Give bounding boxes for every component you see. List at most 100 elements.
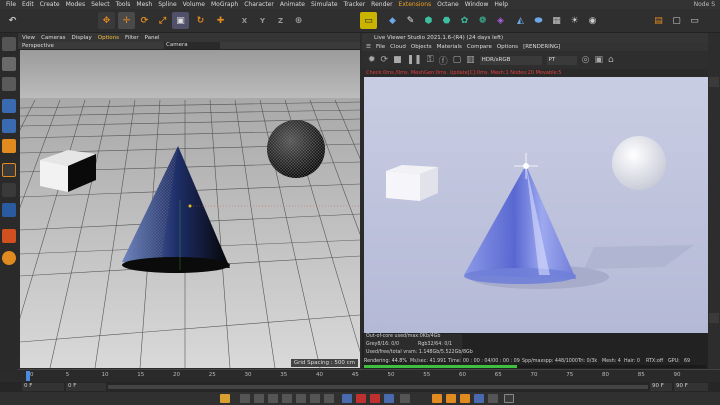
pause-render-icon[interactable]: ❚❚ <box>407 55 422 65</box>
lv-menu-options[interactable]: Options <box>497 44 518 50</box>
cloner-icon[interactable]: ⬣ <box>438 12 455 29</box>
colorspace-select[interactable]: HDR/sRGB <box>479 55 542 65</box>
viewport-menu-filter[interactable]: Filter <box>125 35 139 41</box>
snapshot-icon[interactable]: ⌂ <box>608 55 614 65</box>
record-active-icon[interactable] <box>356 394 366 403</box>
dollar-icon[interactable] <box>2 251 16 265</box>
lv-menu-materials[interactable]: Materials <box>437 44 462 50</box>
menu-octane[interactable]: Octane <box>434 1 462 8</box>
menu-edit[interactable]: Edit <box>19 1 37 8</box>
hamburger-icon[interactable]: ☰ <box>366 44 371 50</box>
menu-volume[interactable]: Volume <box>180 1 208 8</box>
edges-mode-icon[interactable] <box>2 119 16 133</box>
play-icon[interactable] <box>282 394 292 403</box>
lv-menu-file[interactable]: File <box>376 44 385 50</box>
cube-icon[interactable]: ◆ <box>384 12 401 29</box>
kernel-select[interactable]: PT <box>546 55 577 65</box>
move-icon[interactable]: ✥ <box>98 12 115 29</box>
live-selection-icon[interactable]: ▣ <box>172 12 189 29</box>
lv-menu-objects[interactable]: Objects <box>411 44 432 50</box>
go-to-end-icon[interactable] <box>324 394 334 403</box>
menu-animate[interactable]: Animate <box>277 1 308 8</box>
next-key-icon[interactable] <box>310 394 320 403</box>
go-to-start-icon[interactable] <box>240 394 250 403</box>
menu-character[interactable]: Character <box>241 1 277 8</box>
panel-scroll-handle-bottom[interactable] <box>709 313 719 323</box>
viewport-menu-panel[interactable]: Panel <box>145 35 160 41</box>
panel-icon[interactable]: ▢ <box>668 12 685 29</box>
menu-tracker[interactable]: Tracker <box>341 1 369 8</box>
field-icon[interactable]: ◭ <box>512 12 529 29</box>
select-move-icon[interactable]: ✛ <box>118 12 135 29</box>
menu-extensions[interactable]: Extensions <box>396 1 435 8</box>
menu-mesh[interactable]: Mesh <box>133 1 155 8</box>
transform-icon[interactable]: ✚ <box>212 12 229 29</box>
render-view[interactable] <box>364 77 708 333</box>
region-icon[interactable]: ▢ <box>453 55 462 65</box>
mograph-icon[interactable]: ✿ <box>456 12 473 29</box>
param-key-icon[interactable] <box>474 394 484 403</box>
lock-render-icon[interactable]: ⚿ <box>427 55 434 65</box>
timeline-settings-icon[interactable] <box>504 394 514 403</box>
menu-modes[interactable]: Modes <box>63 1 88 8</box>
points-mode-icon[interactable] <box>2 99 16 113</box>
effector-icon[interactable]: ❁ <box>474 12 491 29</box>
histogram-icon[interactable]: ▣ <box>594 55 603 65</box>
menu-mograph[interactable]: MoGraph <box>208 1 241 8</box>
keyframe-icon[interactable] <box>342 394 352 403</box>
3d-viewport[interactable]: Grid Spacing : 500 cm <box>20 50 360 368</box>
end-frame-field[interactable]: 90 F <box>650 383 672 391</box>
z-axis-icon[interactable]: Z <box>272 12 289 29</box>
viewport-menu-cameras[interactable]: Cameras <box>41 35 65 41</box>
camera-icon[interactable]: ▦ <box>548 12 565 29</box>
pen-icon[interactable]: ✎ <box>402 12 419 29</box>
subdivision-icon[interactable]: ⬢ <box>420 12 437 29</box>
light-icon[interactable]: ☀ <box>566 12 583 29</box>
menu-spline[interactable]: Spline <box>155 1 179 8</box>
rotate-key-icon[interactable] <box>460 394 470 403</box>
y-axis-icon[interactable]: Y <box>254 12 271 29</box>
menu-simulate[interactable]: Simulate <box>308 1 341 8</box>
undo-icon[interactable]: ↶ <box>4 12 21 29</box>
rotate-tool-icon[interactable]: ↻ <box>192 12 209 29</box>
snap-icon[interactable] <box>2 183 16 197</box>
focus-picker-icon[interactable]: ⓕ <box>439 54 448 67</box>
menu-select[interactable]: Select <box>88 1 113 8</box>
stop-render-icon[interactable]: ■ <box>393 55 402 65</box>
previous-key-icon[interactable] <box>254 394 264 403</box>
lv-menu-compare[interactable]: Compare <box>467 44 492 50</box>
texture-mode-icon[interactable] <box>2 77 16 91</box>
screen-icon[interactable]: ▭ <box>686 12 703 29</box>
viewport-menu-view[interactable]: View <box>22 35 35 41</box>
workplane-icon[interactable] <box>2 203 16 217</box>
layout-icon[interactable]: ▤ <box>650 12 667 29</box>
render-settings-icon[interactable]: ◉ <box>584 12 601 29</box>
viewport-sphere[interactable] <box>267 120 325 178</box>
record-icon[interactable] <box>220 394 230 403</box>
menu-create[interactable]: Create <box>37 1 63 8</box>
send-scene-icon[interactable]: ✹ <box>368 55 376 65</box>
deformer-icon[interactable]: ◈ <box>492 12 509 29</box>
polygons-mode-icon[interactable] <box>2 139 16 153</box>
key-selection-icon[interactable] <box>384 394 394 403</box>
menu-tools[interactable]: Tools <box>113 1 134 8</box>
render-view-icon[interactable]: ▭ <box>360 12 377 29</box>
make-editable-icon[interactable] <box>2 37 16 51</box>
viewport-menu-display[interactable]: Display <box>72 35 92 41</box>
rotate-icon[interactable]: ⟳ <box>136 12 153 29</box>
timeline-ruler[interactable]: 0 5 10 15 20 25 30 35 40 45 50 55 60 65 70 75 80 85 90 <box>18 369 720 382</box>
previous-frame-icon[interactable] <box>268 394 278 403</box>
x-axis-icon[interactable]: X <box>236 12 253 29</box>
node-space-label[interactable]: Node S <box>691 1 718 8</box>
start-frame-field[interactable]: 0 F <box>66 383 106 391</box>
pla-key-icon[interactable] <box>488 394 498 403</box>
scale-icon[interactable]: ⤢ <box>154 12 171 29</box>
menu-help[interactable]: Help <box>491 1 511 8</box>
menu-window[interactable]: Window <box>462 1 492 8</box>
panel-scroll-handle[interactable] <box>709 77 719 87</box>
lv-menu-cloud[interactable]: Cloud <box>390 44 406 50</box>
environment-icon[interactable]: ⬬ <box>530 12 547 29</box>
model-mode-icon[interactable] <box>2 57 16 71</box>
next-frame-icon[interactable] <box>296 394 306 403</box>
playback-mode-icon[interactable] <box>400 394 410 403</box>
